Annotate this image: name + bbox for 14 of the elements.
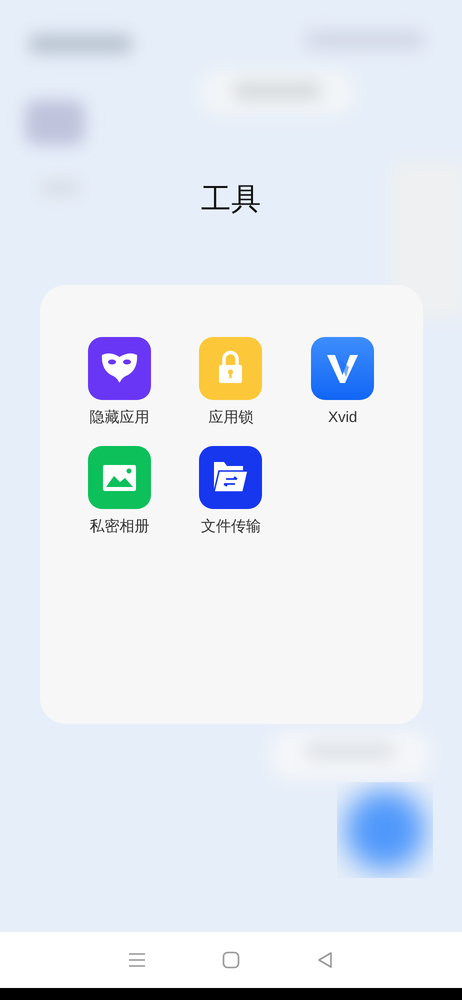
- app-label[interactable]: 应用锁: [208, 408, 254, 428]
- xvid-app-icon[interactable]: [311, 337, 374, 400]
- app-label[interactable]: 文件传输: [200, 517, 261, 537]
- back-icon[interactable]: [316, 951, 334, 969]
- app-label[interactable]: 私密相册: [89, 517, 150, 537]
- lock-app-icon[interactable]: [199, 337, 262, 400]
- home-icon[interactable]: [222, 951, 240, 969]
- app-label[interactable]: 隐藏应用: [89, 408, 150, 428]
- gallery-app-icon[interactable]: [88, 446, 151, 509]
- mask-app-icon[interactable]: [88, 337, 151, 400]
- menu-icon[interactable]: [128, 951, 146, 969]
- app-label[interactable]: Xvid: [328, 408, 358, 428]
- folder-title: 工具: [201, 182, 261, 218]
- transfer-app-icon[interactable]: [199, 446, 262, 509]
